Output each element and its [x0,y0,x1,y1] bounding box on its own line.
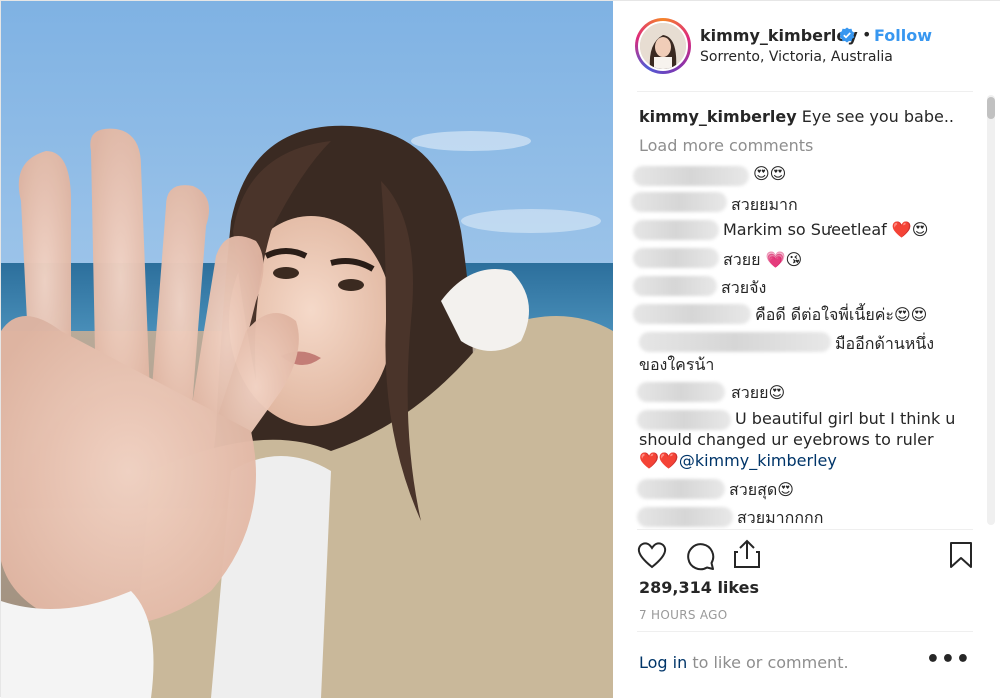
comment-text: สวยยมาก [731,195,798,214]
avatar[interactable] [638,21,688,71]
bookmark-icon[interactable] [949,541,973,569]
comment-text: สวยย😍 [731,383,786,402]
comment-icon[interactable] [685,541,715,571]
comment-text: สวยจัง [721,278,767,297]
caption-text: Eye see you babe.. [801,107,954,126]
follow-button[interactable]: Follow [874,26,932,45]
redacted-username[interactable] [633,276,717,296]
instagram-post: kimmy_kimberley • Follow Sorrento, Victo… [0,0,1000,698]
comment-text: U beautiful girl but I think u [735,409,956,428]
login-prompt-text: to like or comment. [687,653,849,672]
comment-text: Markim so Sưeetleaf ❤️😍 [723,220,929,239]
redacted-username[interactable] [631,192,727,212]
comments-list[interactable]: kimmy_kimberley Eye see you babe.. Load … [613,92,1000,529]
login-prompt: Log in to like or comment. [639,653,849,672]
post-header: kimmy_kimberley • Follow Sorrento, Victo… [613,1,1000,91]
caption: kimmy_kimberley Eye see you babe.. [639,107,954,126]
redacted-username[interactable] [633,166,749,186]
separator-dot: • [862,25,872,44]
redacted-username[interactable] [637,479,725,499]
comment-text: สวยสุด😍 [729,480,794,499]
actions-divider [637,529,973,530]
share-icon[interactable] [733,539,761,569]
comment-text: 😍😍 [753,164,787,183]
story-ring[interactable] [635,18,691,74]
bottom-divider [637,631,973,632]
redacted-username[interactable] [637,410,731,430]
comment-text: คือดี ดีต่อใจพี่เนี้ยค่ะ😍😍 [755,305,928,324]
post-timestamp[interactable]: 7 HOURS AGO [639,608,728,622]
caption-username[interactable]: kimmy_kimberley [639,107,797,126]
load-more-comments[interactable]: Load more comments [639,136,813,155]
more-options-icon[interactable]: ••• [926,647,971,672]
likes-count[interactable]: 289,314 likes [639,578,759,597]
comment-text-continued: ❤️❤️@kimmy_kimberley [639,451,837,470]
scrollbar-thumb[interactable] [987,97,995,119]
post-details-panel: kimmy_kimberley • Follow Sorrento, Victo… [613,1,1000,698]
redacted-username[interactable] [633,304,751,324]
mention-link[interactable]: @kimmy_kimberley [679,451,837,470]
redacted-username[interactable] [637,507,733,527]
login-link[interactable]: Log in [639,653,687,672]
comment-text-continued: should changed ur eyebrows to ruler [639,430,934,449]
comments-scrollbar[interactable] [987,95,995,525]
redacted-username[interactable] [637,382,725,402]
heart-icon[interactable] [637,541,667,569]
redacted-username[interactable] [633,248,719,268]
post-photo[interactable] [1,1,613,698]
hearts-emoji: ❤️❤️ [639,451,679,470]
comment-text-continued: ของใครน้า [639,355,715,374]
redacted-username[interactable] [639,332,831,352]
photo-illustration [1,1,613,698]
avatar-image [640,23,686,69]
comment-text: สวยมากกกก [737,508,824,527]
comment-text: มืออีกด้านหนึ่ง [835,334,935,353]
location-link[interactable]: Sorrento, Victoria, Australia [700,49,893,65]
username[interactable]: kimmy_kimberley [700,26,858,45]
verified-badge-icon [839,27,855,43]
comment-text: สวยย 💗😘 [723,250,803,269]
redacted-username[interactable] [633,220,719,240]
